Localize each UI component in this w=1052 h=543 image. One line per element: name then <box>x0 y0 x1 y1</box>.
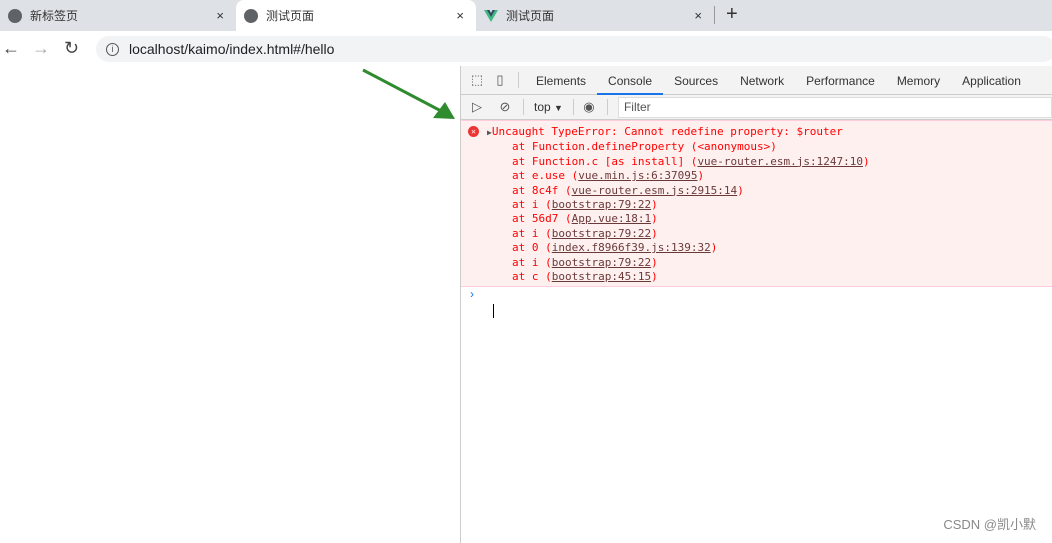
tab-test-page-active[interactable]: 测试页面 × <box>236 0 476 31</box>
divider <box>523 99 524 115</box>
tab-application[interactable]: Application <box>951 66 1032 95</box>
tab-elements[interactable]: Elements <box>525 66 597 95</box>
stack-frame: at c (bootstrap:45:15) <box>461 270 1052 284</box>
error-icon: ✕ <box>468 126 479 137</box>
frame-function: at c ( <box>512 270 552 284</box>
error-text: Uncaught TypeError: Cannot redefine prop… <box>491 125 843 138</box>
frame-function: at i ( <box>512 198 552 212</box>
console-toolbar: ▷ ⊘ top ▼ ◉ Filter <box>461 95 1052 120</box>
tab-sources[interactable]: Sources <box>663 66 729 95</box>
stack-frame: at i (bootstrap:79:22) <box>461 198 1052 212</box>
source-link[interactable]: bootstrap:45:15 <box>552 270 651 283</box>
frame-tail: ) <box>651 226 658 240</box>
address-bar[interactable]: i localhost/kaimo/index.html#/hello <box>96 36 1052 62</box>
frame-function: at 0 ( <box>512 241 552 255</box>
source-link[interactable]: vue-router.esm.js:1247:10 <box>697 155 863 168</box>
close-icon[interactable]: × <box>456 8 464 23</box>
stack-frame: at Function.c [as install] (vue-router.e… <box>461 155 1052 169</box>
vue-logo-icon <box>484 9 498 22</box>
frame-tail: ) <box>651 212 658 226</box>
inspect-element-icon[interactable]: ⬚ <box>470 73 484 87</box>
frame-tail: <anonymous>) <box>697 140 777 154</box>
divider <box>518 72 519 88</box>
frame-tail: ) <box>697 169 705 183</box>
stack-frame: at 0 (index.f8966f39.js:139:32) <box>461 241 1052 255</box>
reload-button[interactable]: ↻ <box>64 38 79 59</box>
back-button[interactable]: ← <box>2 38 20 59</box>
tab-console[interactable]: Console <box>597 66 664 95</box>
frame-function: at i ( <box>512 226 552 240</box>
stack-frame: at 56d7 (App.vue:18:1) <box>461 212 1052 226</box>
tab-performance[interactable]: Performance <box>795 66 886 95</box>
close-icon[interactable]: × <box>216 8 224 23</box>
tab-test-page[interactable]: 测试页面 × <box>476 0 714 31</box>
tab-memory[interactable]: Memory <box>886 66 951 95</box>
frame-function: at e.use ( <box>512 169 579 183</box>
devtools-panel: ⬚ ▯ Elements Console Sources Network Per… <box>460 66 1052 543</box>
frame-function: at Function.c [as install] ( <box>512 154 698 168</box>
clear-console-icon[interactable]: ⊘ <box>498 100 512 114</box>
new-tab-button[interactable]: + <box>726 3 738 26</box>
watermark: CSDN @凯小默 <box>943 517 1036 532</box>
stack-frame: at e.use (vue.min.js:6:37095) <box>461 169 1052 183</box>
device-toolbar-icon[interactable]: ▯ <box>493 73 507 87</box>
tab-title: 测试页面 <box>266 9 315 23</box>
stack-frame: at 8c4f (vue-router.esm.js:2915:14) <box>461 184 1052 198</box>
source-link[interactable]: bootstrap:79:22 <box>552 198 651 211</box>
tab-divider <box>714 6 715 24</box>
divider <box>572 99 574 115</box>
tab-title: 测试页面 <box>506 9 555 23</box>
dropdown-icon: ▼ <box>554 103 563 113</box>
globe-icon <box>244 8 258 23</box>
frame-tail: ) <box>651 198 658 212</box>
source-link[interactable]: vue.min.js:6:37095 <box>578 169 697 182</box>
forward-button[interactable]: → <box>32 38 50 59</box>
console-prompt-icon: › <box>470 287 474 301</box>
tab-new-tab[interactable]: 新标签页 × <box>0 0 236 31</box>
frame-tail: ) <box>863 154 870 168</box>
tab-strip: 新标签页 × 测试页面 × 测试页面 × + <box>0 0 1052 31</box>
close-icon[interactable]: × <box>694 8 702 23</box>
frame-function: at Function.defineProperty ( <box>512 140 698 154</box>
annotation-arrow <box>362 68 455 119</box>
source-link[interactable]: bootstrap:79:22 <box>552 256 651 269</box>
console-input-cursor[interactable] <box>493 304 494 318</box>
context-selector[interactable]: top ▼ <box>534 100 563 114</box>
context-label: top <box>534 100 551 114</box>
globe-icon <box>8 8 22 23</box>
frame-tail: ) <box>737 183 744 197</box>
frame-function: at i ( <box>512 255 552 269</box>
tab-network[interactable]: Network <box>729 66 795 95</box>
tab-title: 新标签页 <box>30 9 79 23</box>
stack-frame: at i (bootstrap:79:22) <box>461 256 1052 270</box>
eye-icon[interactable]: ◉ <box>582 100 596 114</box>
stack-frame: at Function.defineProperty (<anonymous>) <box>461 140 1052 154</box>
source-link[interactable]: index.f8966f39.js:139:32 <box>552 241 711 254</box>
url-text: localhost/kaimo/index.html#/hello <box>129 41 335 57</box>
frame-tail: ) <box>651 270 658 284</box>
frame-function: at 56d7 ( <box>512 212 572 226</box>
filter-input[interactable]: Filter <box>617 96 1052 118</box>
sidebar-toggle-icon[interactable]: ▷ <box>470 100 484 114</box>
devtools-tabbar: ⬚ ▯ Elements Console Sources Network Per… <box>461 66 1052 95</box>
frame-tail: ) <box>710 241 718 255</box>
divider <box>606 99 608 115</box>
source-link[interactable]: bootstrap:79:22 <box>552 227 651 240</box>
stack-frame: at i (bootstrap:79:22) <box>461 227 1052 241</box>
frame-function: at 8c4f ( <box>512 183 572 197</box>
source-link[interactable]: vue-router.esm.js:2915:14 <box>572 184 738 197</box>
console-error-message: ✕ ▶Uncaught TypeError: Cannot redefine p… <box>461 120 1052 288</box>
source-link[interactable]: App.vue:18:1 <box>572 212 651 225</box>
frame-tail: ) <box>651 255 658 269</box>
info-icon[interactable]: i <box>106 42 119 56</box>
